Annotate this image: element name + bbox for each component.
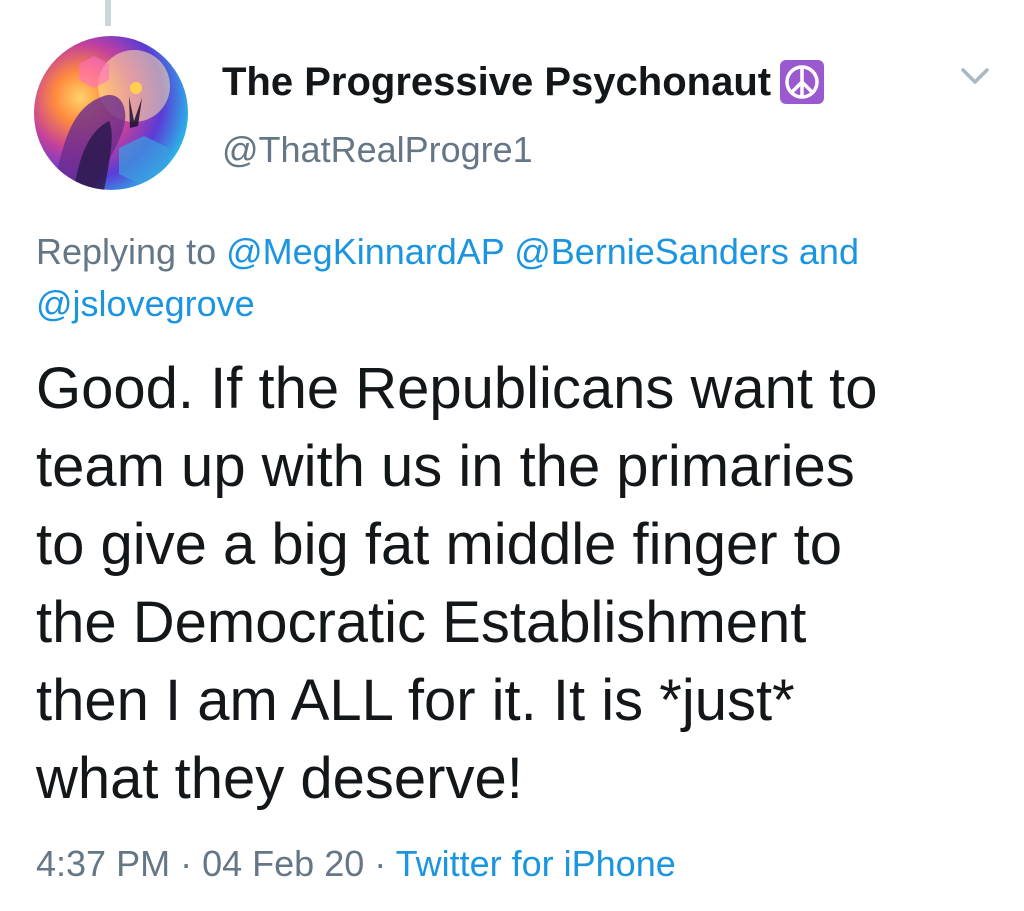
tweet-text-line: what they deserve! [36,746,523,811]
avatar[interactable] [34,36,188,190]
avatar-art-icon [54,50,170,190]
mention-conjunction: and [798,231,859,272]
thread-connector-line [105,0,111,26]
tweet-text-line: team up with us in the primaries [36,434,855,499]
chevron-down-icon[interactable] [955,62,995,90]
tweet-text-line: the Democratic Establishment [36,590,807,655]
peace-sign-icon [780,60,824,104]
tweet-source-link[interactable]: Twitter for iPhone [396,843,676,884]
tweet-metadata: 4:37 PM · 04 Feb 20 · Twitter for iPhone [36,840,676,888]
tweet-text-line: Good. If the Republicans want to [36,356,878,421]
replying-to: Replying to @MegKinnardAP @BernieSanders… [36,226,996,330]
tweet-text-line: to give a big fat middle finger to [36,512,843,577]
tweet-time: 4:37 PM [36,843,171,884]
tweet-text-line: then I am ALL for it. It is *just* [36,668,795,733]
mention-link[interactable]: @MegKinnardAP [226,231,504,272]
replying-to-label: Replying to [36,231,217,272]
meta-separator: · [374,843,387,884]
mention-link[interactable]: @BernieSanders [514,231,789,272]
meta-separator: · [180,843,193,884]
display-name[interactable]: The Progressive Psychonaut [222,58,771,106]
tweet-date: 04 Feb 20 [202,843,365,884]
mention-link[interactable]: @jslovegrove [36,283,255,324]
user-handle[interactable]: @ThatRealProgre1 [222,128,533,172]
tweet-body: Good. If the Republicans want to team up… [36,350,996,818]
